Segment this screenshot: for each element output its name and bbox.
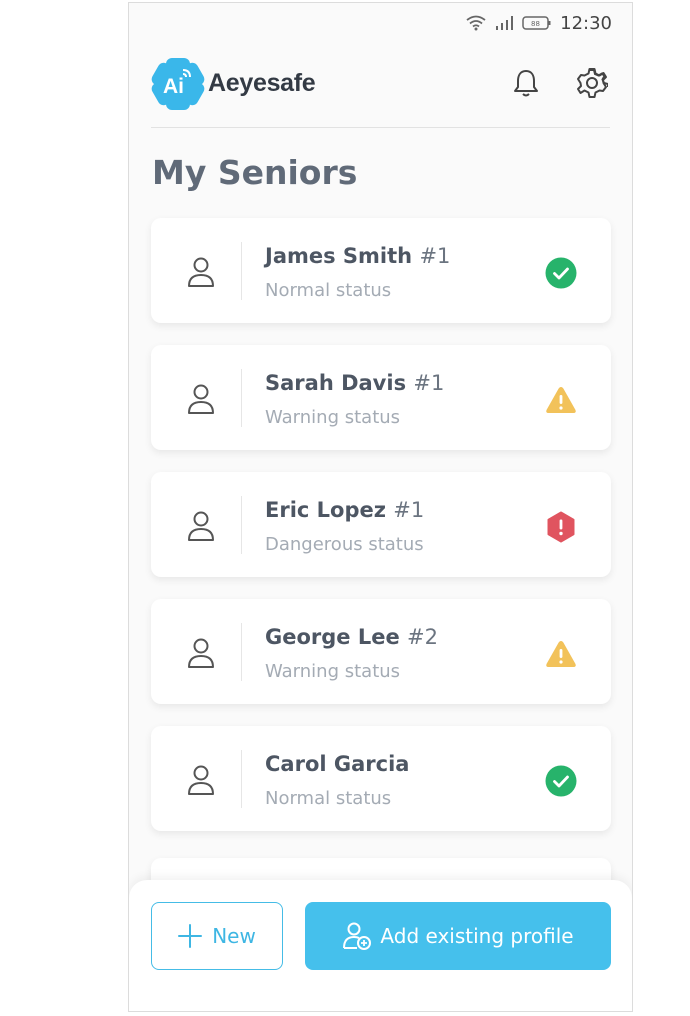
warning-triangle-icon <box>546 641 576 667</box>
senior-number: #1 <box>419 244 451 268</box>
battery-icon: 88 <box>522 16 551 30</box>
notifications-button[interactable] <box>508 65 544 101</box>
person-icon <box>188 384 214 414</box>
person-icon <box>188 765 214 795</box>
aeyesafe-logo: Ai <box>151 58 205 110</box>
status-bar: 88 12:30 <box>466 11 612 35</box>
seniors-list: James Smith #1 Normal status Sarah Davis… <box>151 218 611 853</box>
senior-name: Sarah Davis <box>265 371 407 395</box>
senior-status: Warning status <box>265 661 401 682</box>
plus-icon <box>178 924 203 948</box>
senior-card[interactable]: James Smith #1 Normal status <box>151 218 611 323</box>
add-user-icon <box>343 922 372 950</box>
senior-name: George Lee <box>265 625 400 649</box>
senior-card[interactable]: Carol Garcia Normal status <box>151 726 611 831</box>
page-title: My Seniors <box>152 153 358 192</box>
wifi-icon <box>466 15 486 31</box>
card-divider <box>241 369 242 427</box>
person-icon <box>188 638 214 668</box>
senior-status: Dangerous status <box>265 534 424 555</box>
bottom-action-bar: New Add existing profile <box>129 880 632 1011</box>
add-existing-button-label: Add existing profile <box>380 924 574 948</box>
card-divider <box>241 496 242 554</box>
senior-name: Carol Garcia <box>265 752 410 776</box>
senior-name-line: George Lee #2 <box>265 625 438 649</box>
add-existing-profile-button[interactable]: Add existing profile <box>305 902 611 970</box>
new-button-label: New <box>212 924 256 948</box>
battery-level: 88 <box>531 20 540 28</box>
card-divider <box>241 623 242 681</box>
settings-button[interactable] <box>574 65 610 101</box>
senior-card[interactable]: Eric Lopez #1 Dangerous status <box>151 472 611 577</box>
senior-status: Normal status <box>265 788 392 809</box>
svg-text:Ai: Ai <box>163 75 184 98</box>
check-icon <box>545 257 577 289</box>
card-divider <box>241 242 242 300</box>
danger-hexagon-icon <box>547 511 575 543</box>
check-icon <box>545 765 577 797</box>
senior-number: #1 <box>393 498 425 522</box>
app-screen: 88 12:30 Ai Aeyesafe My Seniors James Sm… <box>128 2 633 1012</box>
clock: 12:30 <box>560 12 612 34</box>
bell-icon <box>514 70 538 97</box>
senior-number: #1 <box>413 371 445 395</box>
gear-icon <box>577 68 608 98</box>
signal-icon <box>496 16 514 30</box>
new-senior-button[interactable]: New <box>151 902 283 970</box>
senior-name-line: James Smith #1 <box>265 244 450 268</box>
senior-card[interactable]: George Lee #2 Warning status <box>151 599 611 704</box>
person-icon <box>188 511 214 541</box>
senior-name: Eric Lopez <box>265 498 386 522</box>
senior-status: Normal status <box>265 280 392 301</box>
senior-name-line: Sarah Davis #1 <box>265 371 444 395</box>
senior-card[interactable]: Sarah Davis #1 Warning status <box>151 345 611 450</box>
senior-name: James Smith <box>265 244 413 268</box>
person-icon <box>188 257 214 287</box>
senior-name-line: Eric Lopez #1 <box>265 498 424 522</box>
brand-name: Aeyesafe <box>208 69 316 97</box>
app-header: Ai Aeyesafe <box>151 55 610 128</box>
card-divider <box>241 750 242 808</box>
senior-number: #2 <box>407 625 438 649</box>
warning-triangle-icon <box>546 387 576 413</box>
senior-status: Warning status <box>265 407 401 428</box>
senior-name-line: Carol Garcia <box>265 752 409 776</box>
